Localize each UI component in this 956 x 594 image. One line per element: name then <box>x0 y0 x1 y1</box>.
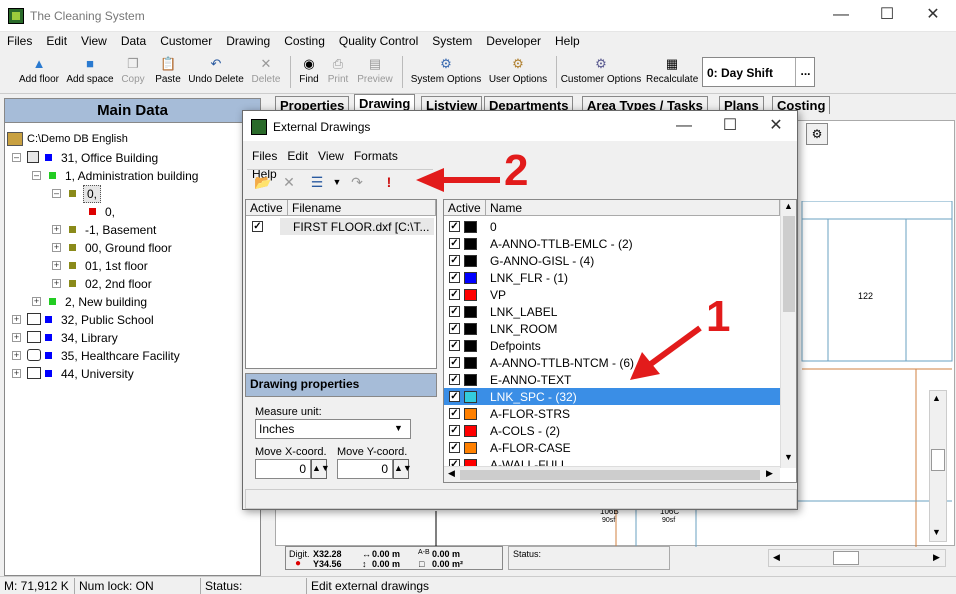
annotation-number-1: 1 <box>706 292 731 341</box>
annotation-overlay <box>416 168 702 380</box>
arrow-annotation-1 <box>630 325 702 380</box>
annotation-number-2: 2 <box>504 146 529 195</box>
arrow-annotation-2 <box>416 168 500 192</box>
